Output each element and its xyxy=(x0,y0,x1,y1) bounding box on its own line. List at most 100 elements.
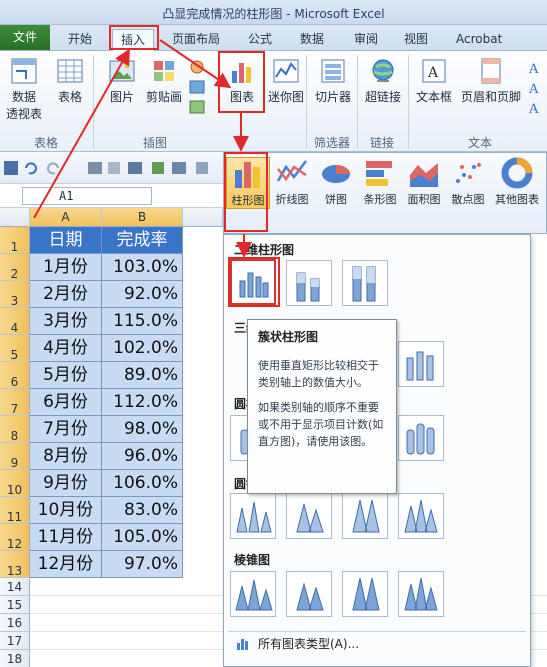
undo-icon xyxy=(25,162,37,175)
row-header[interactable]: 14 xyxy=(0,578,30,596)
stacked-column-option[interactable] xyxy=(286,260,332,306)
tab-formulas[interactable]: 公式 xyxy=(248,29,272,49)
gallery-other-charts[interactable]: 其他图表 xyxy=(490,157,544,207)
select-all-corner[interactable] xyxy=(0,208,30,227)
textbox-button[interactable]: A 文本框 xyxy=(412,57,456,105)
tab-page-layout[interactable]: 页面布局 xyxy=(172,29,220,49)
row-header[interactable]: 17 xyxy=(0,632,30,650)
name-box[interactable]: A1 xyxy=(22,187,152,205)
cell-completion-rate[interactable]: 98.0% xyxy=(102,416,183,443)
row-header[interactable]: 15 xyxy=(0,596,30,614)
row-header[interactable]: 8 xyxy=(0,416,30,443)
cell-completion-rate[interactable]: 89.0% xyxy=(102,362,183,389)
cell-month[interactable]: 6月份 xyxy=(30,389,102,416)
cell-month[interactable]: 7月份 xyxy=(30,416,102,443)
cone-option-3[interactable] xyxy=(342,493,388,539)
3d-cylinder-option[interactable] xyxy=(398,415,444,461)
pivot-table-button[interactable]: 数据 透视表 xyxy=(4,57,44,122)
row-header[interactable]: 9 xyxy=(0,443,30,470)
cell-month[interactable]: 2月份 xyxy=(30,281,102,308)
row-header[interactable]: 3 xyxy=(0,281,30,308)
cell-completion-rate[interactable]: 105.0% xyxy=(102,524,183,551)
tab-home[interactable]: 开始 xyxy=(68,29,92,49)
globe-link-icon xyxy=(372,59,394,82)
cell-month[interactable]: 11月份 xyxy=(30,524,102,551)
group-divider xyxy=(408,55,409,149)
cell-month[interactable]: 8月份 xyxy=(30,443,102,470)
bar-chart-icon xyxy=(366,161,392,186)
cell-completion-rate[interactable]: 106.0% xyxy=(102,470,183,497)
cell-completion-rate[interactable]: 92.0% xyxy=(102,281,183,308)
gallery-scatter-chart[interactable]: 散点图 xyxy=(446,157,490,207)
cone-option-2[interactable] xyxy=(286,493,332,539)
cell-completion-rate[interactable]: 103.0% xyxy=(102,254,183,281)
pyramid-icon xyxy=(352,577,380,611)
header-cell-rate[interactable]: 完成率 xyxy=(102,227,183,254)
gallery-pie-chart[interactable]: 饼图 xyxy=(314,157,358,207)
clipart-button[interactable]: 剪贴画 xyxy=(144,57,184,105)
row-header[interactable]: 18 xyxy=(0,650,30,667)
cell-month[interactable]: 1月份 xyxy=(30,254,102,281)
svg-text:A: A xyxy=(427,65,439,81)
row-header[interactable]: 1 xyxy=(0,227,30,254)
tab-file[interactable]: 文件 xyxy=(0,25,50,50)
gallery-label: 面积图 xyxy=(407,193,441,206)
sparkline-button[interactable]: 迷你图 xyxy=(266,57,306,105)
header-footer-button[interactable]: 页眉和页脚 xyxy=(458,57,524,105)
pyramid-option-2[interactable] xyxy=(286,571,332,617)
cell-month[interactable]: 10月份 xyxy=(30,497,102,524)
cell-completion-rate[interactable]: 97.0% xyxy=(102,551,183,578)
row-header[interactable]: 12 xyxy=(0,524,30,551)
row-header[interactable]: 16 xyxy=(0,614,30,632)
header-cell-date[interactable]: 日期 xyxy=(30,227,102,254)
cell-month[interactable]: 12月份 xyxy=(30,551,102,578)
cell-completion-rate[interactable]: 83.0% xyxy=(102,497,183,524)
3d-cylinder-icon xyxy=(406,423,435,455)
pyramid-option-3[interactable] xyxy=(342,571,388,617)
quick-access-toolbar xyxy=(0,152,223,184)
column-header-b[interactable]: B xyxy=(102,208,183,227)
symbol-buttons[interactable]: A A A xyxy=(526,59,546,122)
title-bar: 凸显完成情况的柱形图 - Microsoft Excel xyxy=(0,0,547,25)
picture-button[interactable]: 图片 xyxy=(104,57,140,105)
row-header[interactable]: 7 xyxy=(0,389,30,416)
pyramid-option-1[interactable] xyxy=(230,571,276,617)
cell-month[interactable]: 3月份 xyxy=(30,308,102,335)
gallery-line-chart[interactable]: 折线图 xyxy=(270,157,314,207)
cone-option-4[interactable] xyxy=(398,493,444,539)
shapes-button[interactable] xyxy=(186,59,208,122)
tab-view[interactable]: 视图 xyxy=(404,29,428,49)
all-chart-types-item[interactable]: 所有图表类型(A)... xyxy=(228,631,526,655)
cell-completion-rate[interactable]: 102.0% xyxy=(102,335,183,362)
slicer-button[interactable]: 切片器 xyxy=(313,57,353,105)
pyramid-option-4[interactable] xyxy=(398,571,444,617)
row-header[interactable]: 13 xyxy=(0,551,30,578)
gallery-label: 散点图 xyxy=(451,193,485,206)
cell-completion-rate[interactable]: 96.0% xyxy=(102,443,183,470)
hyperlink-button[interactable]: 超链接 xyxy=(362,57,404,105)
cell-completion-rate[interactable]: 112.0% xyxy=(102,389,183,416)
toolbar-icons xyxy=(4,161,208,175)
row-header[interactable]: 2 xyxy=(0,254,30,281)
table-button[interactable]: 表格 xyxy=(52,57,88,105)
cell-month[interactable]: 4月份 xyxy=(30,335,102,362)
percent-column-option[interactable] xyxy=(342,260,388,306)
column-header-a[interactable]: A xyxy=(30,208,102,227)
row-header[interactable]: 4 xyxy=(0,308,30,335)
cell-completion-rate[interactable]: 115.0% xyxy=(102,308,183,335)
tab-review[interactable]: 审阅 xyxy=(354,29,378,49)
row-header[interactable]: 11 xyxy=(0,497,30,524)
cell-month[interactable]: 9月份 xyxy=(30,470,102,497)
cone-option-1[interactable] xyxy=(230,493,276,539)
column-header-c[interactable] xyxy=(183,208,223,227)
3d-column-option[interactable] xyxy=(398,341,444,387)
row-header[interactable]: 5 xyxy=(0,335,30,362)
row-header[interactable]: 6 xyxy=(0,362,30,389)
tab-acrobat[interactable]: Acrobat xyxy=(456,29,502,49)
row-header[interactable]: 10 xyxy=(0,470,30,497)
tab-data[interactable]: 数据 xyxy=(300,29,324,49)
gallery-area-chart[interactable]: 面积图 xyxy=(402,157,446,207)
gallery-bar-chart[interactable]: 条形图 xyxy=(358,157,402,207)
cell-month[interactable]: 5月份 xyxy=(30,362,102,389)
clipart-label: 剪贴画 xyxy=(145,90,182,104)
